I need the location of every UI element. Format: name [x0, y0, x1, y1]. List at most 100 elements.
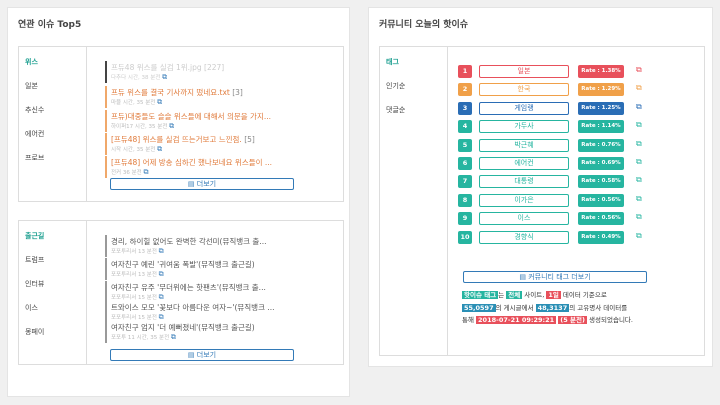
- tag-rate-badge: Rate : 1.25%: [578, 101, 624, 115]
- external-link-icon[interactable]: ⧉: [159, 247, 164, 255]
- external-link-icon[interactable]: ⧉: [636, 194, 642, 204]
- post-title[interactable]: 프듀)대중들도 슬슬 위스들에 대해서 의문을 가지...: [111, 112, 271, 121]
- tag-keyword[interactable]: 가두사: [479, 120, 569, 134]
- list-item[interactable]: [프듀48] 위스를 실검 뜨는거보고 느낀점. [5] 시작 시간, 35 분…: [105, 133, 335, 155]
- external-link-icon[interactable]: ⧉: [159, 313, 164, 321]
- tag-keyword[interactable]: 에어컨: [479, 157, 569, 170]
- desc-post-count: 55,0597: [462, 303, 496, 312]
- post-title[interactable]: 여자친구 엄지 '더 예뻐졌네'(뮤직뱅크 출근길): [111, 322, 335, 333]
- issue-post-list-2: 경리, 하이힐 없어도 완벽한 각선미(뮤직뱅크 출... 포포투리서 13 분…: [97, 221, 343, 364]
- external-link-icon[interactable]: ⧉: [636, 157, 642, 167]
- list-icon: ▤: [187, 180, 195, 188]
- external-link-icon[interactable]: ⧉: [144, 168, 149, 176]
- tag-row[interactable]: 2 한국 Rate : 1.29% ⧉: [450, 83, 704, 97]
- list-item[interactable]: 프듀 위스를 결국 기사까지 떴네요.txt [3] 마블 시간, 35 분전 …: [105, 86, 335, 108]
- desc-day: 1일: [546, 291, 561, 299]
- tag-row[interactable]: 10 경향식 Rate : 0.49% ⧉: [450, 230, 704, 244]
- tag-row[interactable]: 7 대통령 Rate : 0.58% ⧉: [450, 175, 704, 189]
- post-title[interactable]: [프듀48] 어제 방송 심하긴 했나보네요 위스들이 ...: [111, 158, 272, 167]
- post-meta: 마블 시간, 35 분전: [111, 100, 156, 106]
- external-link-icon[interactable]: ⧉: [157, 98, 162, 106]
- post-title[interactable]: [프듀48] 위스를 실검 뜨는거보고 느낀점.: [111, 135, 242, 144]
- post-title[interactable]: 프듀 위스를 결국 기사까지 떴네요.txt: [111, 88, 230, 97]
- tab-issue2-1[interactable]: 출근길: [25, 231, 44, 241]
- tag-keyword[interactable]: 이스: [479, 212, 569, 226]
- desc-text: 의 게시글에서: [495, 303, 536, 312]
- tag-row[interactable]: 5 박근혜 Rate : 0.76% ⧉: [450, 138, 704, 152]
- list-item[interactable]: 트와이스 모모 '꽃보다 아름다운 여자~'(뮤직뱅크 ... 포포투리서 15…: [105, 301, 335, 323]
- tag-row[interactable]: 9 이스 Rate : 0.56% ⧉: [450, 212, 704, 226]
- tab-issue2-2[interactable]: 트럼프: [25, 255, 44, 265]
- tag-row[interactable]: 4 가두사 Rate : 1.14% ⧉: [450, 120, 704, 134]
- external-link-icon[interactable]: ⧉: [169, 122, 174, 130]
- tag-rank-badge: 4: [458, 120, 472, 134]
- list-item[interactable]: 여자친구 유주 '무더위에는 핫팬츠'(뮤직뱅크 출... 포포투리서 15 분…: [105, 281, 335, 303]
- external-link-icon[interactable]: ⧉: [157, 145, 162, 153]
- tab-issue-4[interactable]: 에어컨: [25, 129, 44, 139]
- tag-rate-badge: Rate : 0.56%: [578, 193, 624, 207]
- external-link-icon[interactable]: ⧉: [636, 212, 642, 222]
- tab-issue-5[interactable]: 프로브: [25, 153, 44, 163]
- list-item[interactable]: 여자친구 엄지 '더 예뻐졌네'(뮤직뱅크 출근길) 포포투 11 시간, 35…: [105, 321, 335, 343]
- list-item[interactable]: 여자친구 예린 '귀여움 폭발'(뮤직뱅크 출근길) 포포투리서 13 분전 ⧉: [105, 258, 335, 280]
- tag-keyword[interactable]: 일본: [479, 65, 569, 78]
- post-title[interactable]: 여자친구 예린 '귀여움 폭발'(뮤직뱅크 출근길): [111, 259, 335, 270]
- related-issues-title: 연관 이슈 Top5: [18, 20, 82, 30]
- tab-popular[interactable]: 인기순: [386, 81, 405, 91]
- tag-ranking-list: 1 일본 Rate : 1.38% ⧉ 2 한국 Rate : 1.29% ⧉ 3 게임랭 Rate…: [450, 47, 704, 267]
- list-item[interactable]: 프듀48 위스를 실검 1위.jpg [227] 다추다 시간, 38 분전 ⧉: [105, 61, 335, 83]
- tag-keyword[interactable]: 게임랭: [479, 101, 569, 115]
- tag-row[interactable]: 3 게임랭 Rate : 1.25% ⧉: [450, 101, 704, 115]
- community-tags-more-button[interactable]: ▤ 커뮤니티 태그 더보기: [463, 271, 647, 283]
- desc-text: 사이트,: [522, 291, 547, 299]
- external-link-icon[interactable]: ⧉: [159, 270, 164, 278]
- tag-keyword[interactable]: 박근혜: [479, 138, 569, 152]
- desc-text: 의 고유명사 데이터를: [569, 303, 628, 312]
- external-link-icon[interactable]: ⧉: [636, 231, 642, 241]
- external-link-icon[interactable]: ⧉: [636, 139, 642, 149]
- external-link-icon[interactable]: ⧉: [171, 333, 176, 341]
- desc-text: 는: [498, 291, 507, 299]
- post-title[interactable]: 여자친구 유주 '무더위에는 핫팬츠'(뮤직뱅크 출...: [111, 282, 335, 293]
- hot-issue-description: 핫이슈 태그 는 전체 사이트, 1일 데이터 기준으로 55,0597 의 게시글…: [462, 289, 702, 327]
- tag-rate-badge: Rate : 0.56%: [578, 212, 624, 226]
- tab-issue2-4[interactable]: 이스: [25, 303, 38, 313]
- tag-row[interactable]: 8 이가은 Rate : 0.56% ⧉: [450, 193, 704, 207]
- tag-row[interactable]: 1 일본 Rate : 1.38% ⧉: [450, 65, 704, 78]
- post-title[interactable]: 프듀48 위스를 실검 1위.jpg: [111, 63, 202, 72]
- tab-issue2-3[interactable]: 인터뷰: [25, 279, 44, 289]
- more-label: 커뮤니티 태그 더보기: [528, 273, 591, 281]
- more-label: 더보기: [196, 351, 217, 359]
- external-link-icon[interactable]: ⧉: [159, 293, 164, 301]
- list-item[interactable]: 경리, 하이힐 없어도 완벽한 각선미(뮤직뱅크 출... 포포투리서 13 분…: [105, 235, 335, 257]
- post-meta: 포포투리서 13 분전: [111, 272, 157, 278]
- external-link-icon[interactable]: ⧉: [636, 175, 642, 185]
- external-link-icon[interactable]: ⧉: [636, 102, 642, 112]
- external-link-icon[interactable]: ⧉: [636, 120, 642, 130]
- tag-keyword[interactable]: 이가은: [479, 193, 569, 207]
- post-title[interactable]: 경리, 하이힐 없어도 완벽한 각선미(뮤직뱅크 출...: [111, 236, 335, 247]
- tab-issue2-5[interactable]: 몽페이: [25, 327, 44, 337]
- tag-rate-badge: Rate : 0.76%: [578, 138, 624, 152]
- tag-rate-badge: Rate : 1.38%: [578, 65, 624, 78]
- more-button[interactable]: ▤ 더보기: [110, 178, 294, 190]
- list-item[interactable]: 프듀)대중들도 슬슬 위스들에 대해서 의문을 가지... 하이퍼17 시간, …: [105, 110, 335, 132]
- tag-row[interactable]: 6 에어컨 Rate : 0.69% ⧉: [450, 157, 704, 170]
- list-item[interactable]: [프듀48] 어제 방송 심하긴 했나보네요 위스들이 ... 전커 36 분전…: [105, 156, 335, 178]
- tag-keyword[interactable]: 한국: [479, 83, 569, 97]
- related-issues-panel: 연관 이슈 Top5 위스 일본 추신수 에어컨 프로브 프듀48 위스를 실검…: [7, 7, 350, 397]
- tag-keyword[interactable]: 대통령: [479, 175, 569, 189]
- tab-comments[interactable]: 댓글순: [386, 105, 405, 115]
- issue-tab-list: 위스 일본 추신수 에어컨 프로브: [19, 47, 87, 201]
- post-meta: 포포투리서 13 분전: [111, 249, 157, 255]
- external-link-icon[interactable]: ⧉: [636, 83, 642, 93]
- more-button[interactable]: ▤ 더보기: [110, 349, 294, 361]
- tab-issue-2[interactable]: 일본: [25, 81, 38, 91]
- tag-keyword[interactable]: 경향식: [479, 230, 569, 244]
- tab-tag[interactable]: 태그: [386, 57, 399, 67]
- tab-issue-3[interactable]: 추신수: [25, 105, 44, 115]
- tab-issue-1[interactable]: 위스: [25, 57, 38, 67]
- external-link-icon[interactable]: ⧉: [162, 73, 167, 81]
- post-title[interactable]: 트와이스 모모 '꽃보다 아름다운 여자~'(뮤직뱅크 ...: [111, 302, 335, 313]
- external-link-icon[interactable]: ⧉: [636, 65, 642, 75]
